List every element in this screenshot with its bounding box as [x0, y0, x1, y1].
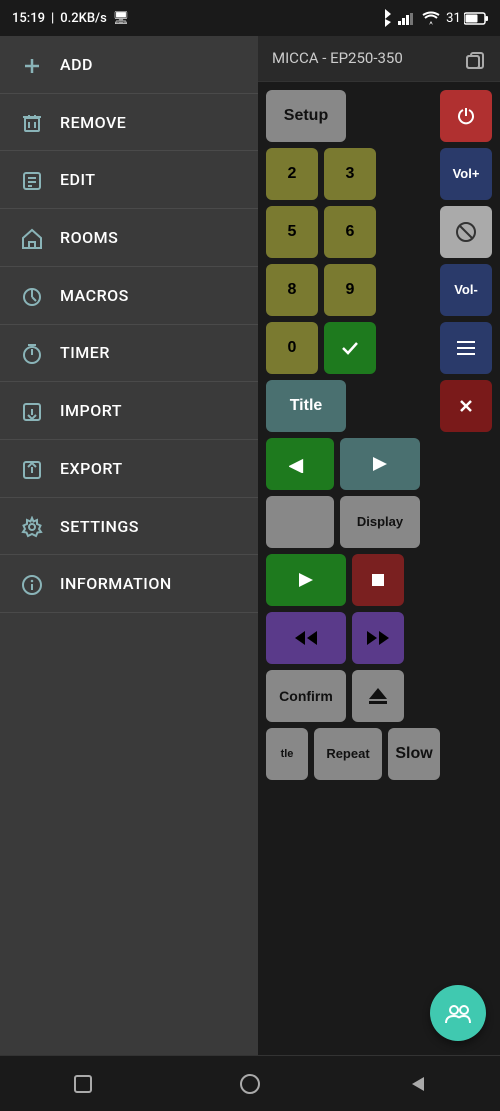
title-button[interactable]: Title — [266, 380, 346, 432]
time: 15:19 — [12, 11, 45, 26]
num5-button[interactable]: 5 — [266, 206, 318, 258]
export-icon — [20, 456, 44, 481]
information-icon — [20, 571, 44, 596]
sidebar-item-edit[interactable]: EDIT — [0, 151, 258, 209]
remote-title: MICCA - EP250-350 — [272, 49, 403, 67]
battery: 31 — [446, 11, 488, 26]
remote-row-12: tle Repeat Slow — [266, 728, 492, 780]
monitor-icon: 🖥 — [113, 11, 130, 26]
remote-row-5: 0 — [266, 322, 492, 374]
num8-button[interactable]: 8 — [266, 264, 318, 316]
volup-button[interactable]: Vol+ — [440, 148, 492, 200]
num3-button[interactable]: 3 — [324, 148, 376, 200]
sidebar-item-remove[interactable]: REMOVE — [0, 94, 258, 152]
back-button[interactable]: ◀ — [266, 438, 334, 490]
sidebar-item-macros[interactable]: MACROS — [0, 267, 258, 325]
signal-icon — [398, 11, 416, 26]
information-label: INFORMATION — [60, 574, 172, 593]
remote-grid: Setup 2 3 Vol+ 5 6 — [258, 82, 500, 1055]
extra-button[interactable] — [266, 496, 334, 548]
voldown-button[interactable]: Vol- — [440, 264, 492, 316]
remote-row-6: Title — [266, 380, 492, 432]
stop-button[interactable] — [352, 554, 404, 606]
settings-icon — [20, 514, 44, 539]
add-label: ADD — [60, 55, 93, 74]
edit-icon — [20, 167, 44, 192]
check-button[interactable] — [324, 322, 376, 374]
close-button[interactable] — [440, 380, 492, 432]
repeat-button[interactable]: Repeat — [314, 728, 382, 780]
import-icon — [20, 398, 44, 423]
sidebar-item-information[interactable]: INFORMATION — [0, 555, 258, 613]
timer-icon — [20, 341, 44, 366]
sidebar-item-rooms[interactable]: ROOMS — [0, 209, 258, 267]
sidebar: ADD REMOVE — [0, 36, 258, 1055]
play-button[interactable] — [266, 554, 346, 606]
eject-button[interactable] — [352, 670, 404, 722]
remote-row-10 — [266, 612, 492, 664]
add-icon — [20, 52, 44, 77]
nav-back-button[interactable] — [387, 1071, 447, 1096]
setup-button[interactable]: Setup — [266, 90, 346, 142]
sidebar-item-export[interactable]: EXPORT — [0, 440, 258, 498]
mute-button[interactable] — [440, 206, 492, 258]
rewind-button[interactable] — [266, 612, 346, 664]
fab-icon — [445, 1001, 471, 1026]
svg-text:◀: ◀ — [289, 455, 304, 473]
right-panel: MICCA - EP250-350 Setup — [258, 36, 500, 1055]
remote-row-4: 8 9 Vol- — [266, 264, 492, 316]
nav-square-button[interactable] — [53, 1071, 113, 1096]
nav-home-button[interactable] — [220, 1071, 280, 1096]
remote-row-9 — [266, 554, 492, 606]
remote-row-8: Display — [266, 496, 492, 548]
confirm-button[interactable]: Confirm — [266, 670, 346, 722]
menu-button[interactable] — [440, 322, 492, 374]
power-button[interactable] — [440, 90, 492, 142]
remove-label: REMOVE — [60, 113, 126, 132]
sidebar-item-add[interactable]: ADD — [0, 36, 258, 94]
remote-row-11: Confirm — [266, 670, 492, 722]
num0-button[interactable]: 0 — [266, 322, 318, 374]
num2-button[interactable]: 2 — [266, 148, 318, 200]
fab-button[interactable] — [430, 985, 486, 1041]
edit-label: EDIT — [60, 170, 96, 189]
num6-button[interactable]: 6 — [324, 206, 376, 258]
sidebar-item-timer[interactable]: TIMER — [0, 325, 258, 383]
title2-button[interactable]: tle — [266, 728, 308, 780]
status-left: 15:19 | 0.2KB/s 🖥 — [12, 11, 129, 26]
remote-row-7: ◀ — [266, 438, 492, 490]
num9-button[interactable]: 9 — [324, 264, 376, 316]
remote-row-1: Setup — [266, 90, 492, 142]
remove-icon — [20, 110, 44, 135]
remote-row-2: 2 3 Vol+ — [266, 148, 492, 200]
display-button[interactable]: Display — [340, 496, 420, 548]
status-right: 31 — [378, 9, 488, 27]
remote-row-3: 5 6 — [266, 206, 492, 258]
rooms-icon — [20, 225, 44, 250]
import-label: IMPORT — [60, 401, 122, 420]
sidebar-item-settings[interactable]: SETTINGS — [0, 498, 258, 556]
bluetooth-icon — [378, 9, 392, 27]
sidebar-item-import[interactable]: IMPORT — [0, 382, 258, 440]
bottom-nav — [0, 1055, 500, 1111]
fastforward-button[interactable] — [352, 612, 404, 664]
status-bar: 15:19 | 0.2KB/s 🖥 31 — [0, 0, 500, 36]
macros-label: MACROS — [60, 286, 129, 305]
wifi-icon — [422, 11, 440, 26]
data-speed: | — [51, 11, 54, 26]
macros-icon — [20, 283, 44, 308]
remote-copy-icon[interactable] — [464, 46, 486, 71]
remote-header: MICCA - EP250-350 — [258, 36, 500, 82]
main-layout: ADD REMOVE — [0, 36, 500, 1055]
settings-label: SETTINGS — [60, 517, 139, 536]
data-rate: 0.2KB/s — [60, 11, 107, 26]
export-label: EXPORT — [60, 459, 123, 478]
rooms-label: ROOMS — [60, 228, 118, 247]
slow-button[interactable]: Slow — [388, 728, 440, 780]
timer-label: TIMER — [60, 343, 110, 362]
play-pause-button[interactable] — [340, 438, 420, 490]
